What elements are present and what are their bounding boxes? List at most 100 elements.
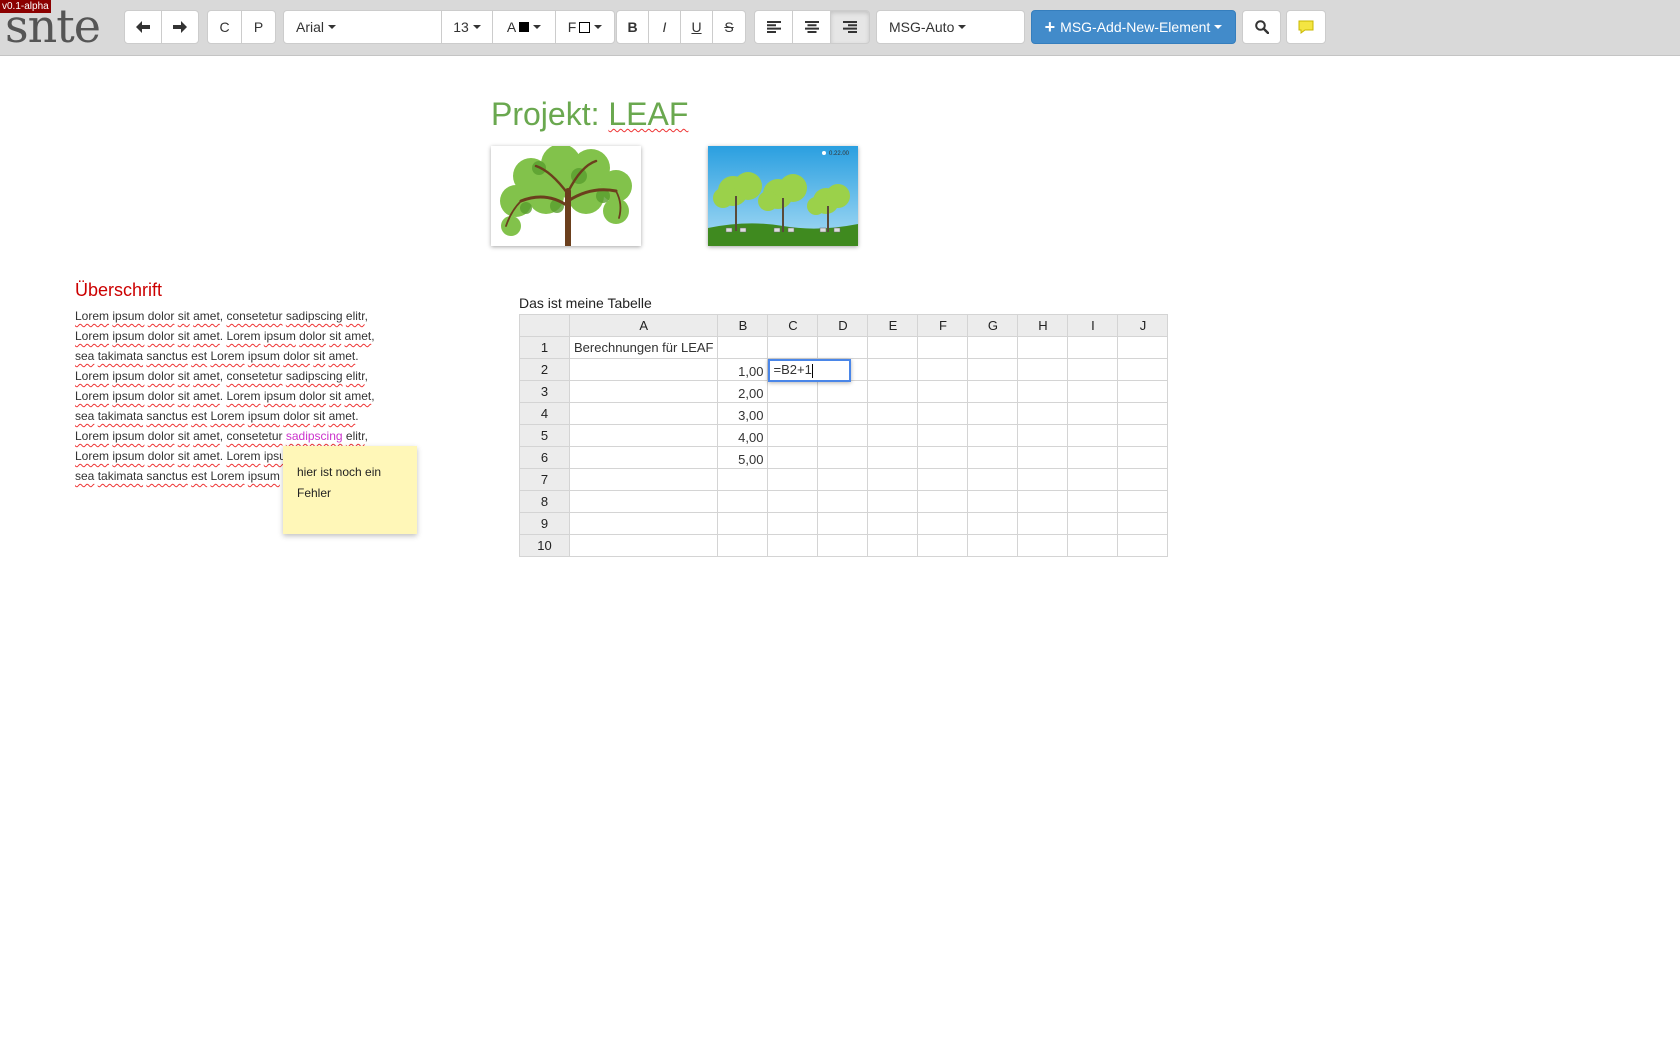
cell-d8[interactable] (817, 490, 869, 513)
align-center-button[interactable] (792, 10, 831, 44)
cell-editor-input[interactable]: =B2+1 (768, 359, 852, 382)
cell-c1[interactable] (767, 336, 819, 359)
search-button[interactable] (1242, 10, 1281, 44)
fill-color-button[interactable]: F (555, 10, 615, 44)
cell-d4[interactable] (817, 402, 869, 425)
cell-d3[interactable] (817, 380, 869, 403)
row-header[interactable]: 5 (519, 424, 570, 447)
cell-a8[interactable] (568, 490, 719, 513)
cell-g2[interactable] (967, 358, 1019, 381)
cell-a7[interactable] (568, 468, 719, 491)
style-select[interactable]: MSG-Auto (876, 10, 1025, 44)
column-header-b[interactable]: B (717, 314, 769, 337)
cell-a5[interactable] (568, 424, 719, 447)
cell-a3[interactable] (568, 380, 719, 403)
cell-j6[interactable] (1117, 446, 1169, 469)
cell-i10[interactable] (1067, 534, 1119, 557)
cell-h10[interactable] (1017, 534, 1069, 557)
cell-h5[interactable] (1017, 424, 1069, 447)
column-header-i[interactable]: I (1067, 314, 1119, 337)
cell-b10[interactable] (717, 534, 769, 557)
cell-e3[interactable] (867, 380, 919, 403)
cell-c4[interactable] (767, 402, 819, 425)
cell-g7[interactable] (967, 468, 1019, 491)
column-header-h[interactable]: H (1017, 314, 1069, 337)
cell-b6[interactable]: 5,00 (717, 446, 769, 469)
cell-g1[interactable] (967, 336, 1019, 359)
cell-i9[interactable] (1067, 512, 1119, 535)
cell-f4[interactable] (917, 402, 969, 425)
column-header-f[interactable]: F (917, 314, 969, 337)
cell-c6[interactable] (767, 446, 819, 469)
cell-h4[interactable] (1017, 402, 1069, 425)
bold-button[interactable]: B (616, 10, 649, 44)
cell-g8[interactable] (967, 490, 1019, 513)
cell-e2[interactable] (867, 358, 919, 381)
cell-j7[interactable] (1117, 468, 1169, 491)
cell-i4[interactable] (1067, 402, 1119, 425)
cell-i7[interactable] (1067, 468, 1119, 491)
add-element-button[interactable]: + MSG-Add-New-Element (1031, 10, 1236, 44)
cell-h9[interactable] (1017, 512, 1069, 535)
cell-b3[interactable]: 2,00 (717, 380, 769, 403)
cell-e6[interactable] (867, 446, 919, 469)
cell-d6[interactable] (817, 446, 869, 469)
cell-f3[interactable] (917, 380, 969, 403)
undo-button[interactable] (124, 10, 162, 44)
cell-d1[interactable] (817, 336, 869, 359)
cell-c8[interactable] (767, 490, 819, 513)
cell-e5[interactable] (867, 424, 919, 447)
row-header[interactable]: 7 (519, 468, 570, 491)
cell-f10[interactable] (917, 534, 969, 557)
cell-f2[interactable] (917, 358, 969, 381)
cell-a4[interactable] (568, 402, 719, 425)
redo-button[interactable] (161, 10, 199, 44)
cell-j9[interactable] (1117, 512, 1169, 535)
cell-j5[interactable] (1117, 424, 1169, 447)
cell-h2[interactable] (1017, 358, 1069, 381)
sticky-note[interactable]: hier ist noch ein Fehler (283, 446, 417, 534)
cell-e7[interactable] (867, 468, 919, 491)
cell-b2[interactable]: 1,00 (717, 358, 769, 381)
underline-button[interactable]: U (680, 10, 713, 44)
cell-a2[interactable] (568, 358, 719, 381)
column-header-j[interactable]: J (1117, 314, 1169, 337)
cell-a10[interactable] (568, 534, 719, 557)
cell-h6[interactable] (1017, 446, 1069, 469)
cell-j4[interactable] (1117, 402, 1169, 425)
cell-i6[interactable] (1067, 446, 1119, 469)
cell-j2[interactable] (1117, 358, 1169, 381)
cell-c5[interactable] (767, 424, 819, 447)
column-header-a[interactable]: A (568, 314, 719, 337)
cell-g5[interactable] (967, 424, 1019, 447)
align-right-button[interactable] (830, 10, 870, 44)
cell-g4[interactable] (967, 402, 1019, 425)
cell-g10[interactable] (967, 534, 1019, 557)
cell-i5[interactable] (1067, 424, 1119, 447)
cell-h3[interactable] (1017, 380, 1069, 403)
cell-f5[interactable] (917, 424, 969, 447)
cell-a1[interactable]: Berechnungen für LEAF (568, 336, 719, 359)
cell-g6[interactable] (967, 446, 1019, 469)
paste-button[interactable]: P (241, 10, 276, 44)
font-family-select[interactable]: Arial (283, 10, 442, 44)
row-header[interactable]: 8 (519, 490, 570, 513)
cell-g9[interactable] (967, 512, 1019, 535)
cell-i1[interactable] (1067, 336, 1119, 359)
column-header-g[interactable]: G (967, 314, 1019, 337)
row-header[interactable]: 3 (519, 380, 570, 403)
cell-i2[interactable] (1067, 358, 1119, 381)
cell-f6[interactable] (917, 446, 969, 469)
font-size-select[interactable]: 13 (441, 10, 493, 44)
cell-h7[interactable] (1017, 468, 1069, 491)
cell-f8[interactable] (917, 490, 969, 513)
cell-b9[interactable] (717, 512, 769, 535)
cell-c10[interactable] (767, 534, 819, 557)
strikethrough-button[interactable]: S (712, 10, 746, 44)
cell-b5[interactable]: 4,00 (717, 424, 769, 447)
cell-b7[interactable] (717, 468, 769, 491)
cell-i3[interactable] (1067, 380, 1119, 403)
row-header[interactable]: 4 (519, 402, 570, 425)
cell-d7[interactable] (817, 468, 869, 491)
tree-image[interactable] (491, 146, 641, 246)
